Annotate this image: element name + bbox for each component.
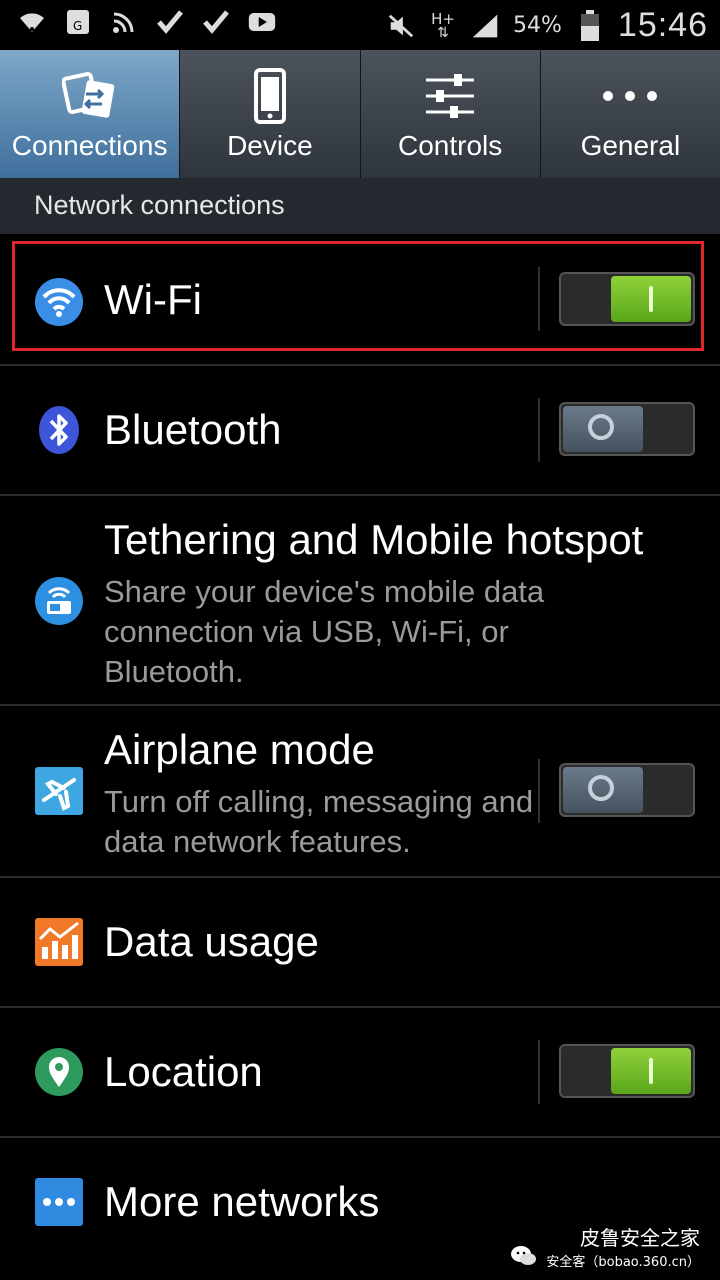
svg-text:G: G bbox=[73, 19, 82, 33]
bluetooth-title: Bluetooth bbox=[104, 406, 282, 453]
section-header: Network connections bbox=[0, 178, 720, 234]
network-type-label: H+ bbox=[431, 9, 455, 28]
row-divider bbox=[538, 1040, 540, 1104]
row-divider bbox=[538, 398, 540, 462]
row-divider bbox=[538, 759, 540, 823]
system-status: H+ ⇅ 54% 15:46 bbox=[387, 6, 708, 45]
watermark-text: 皮鲁安全之家 安全客（bobao.360.cn） bbox=[546, 1222, 700, 1270]
notification-icons: G bbox=[18, 8, 276, 36]
location-pin-icon bbox=[34, 1047, 84, 1097]
wifi-highlight-box bbox=[12, 241, 704, 351]
setting-row-location[interactable]: Location bbox=[0, 1008, 720, 1138]
wifi-status-icon bbox=[18, 8, 46, 36]
battery-icon bbox=[576, 9, 604, 41]
tethering-subtitle: Share your device's mobile data connecti… bbox=[104, 574, 545, 689]
more-dots-icon bbox=[600, 68, 660, 124]
tab-controls[interactable]: Controls bbox=[360, 50, 541, 178]
airplane-title: Airplane mode bbox=[104, 726, 375, 773]
toggle-knob bbox=[563, 767, 643, 813]
watermark-line2: 安全客（bobao.360.cn） bbox=[546, 1255, 700, 1270]
watermark: 皮鲁安全之家 安全客（bobao.360.cn） bbox=[510, 1222, 700, 1270]
tab-label: Controls bbox=[397, 130, 503, 161]
setting-row-data-usage[interactable]: Data usage bbox=[0, 878, 720, 1008]
tab-device[interactable]: Device bbox=[180, 50, 361, 178]
settings-tab-bar: Connections Device Controls General bbox=[0, 50, 720, 178]
hotspot-icon bbox=[34, 576, 84, 626]
mute-icon bbox=[387, 12, 415, 40]
wechat-icon bbox=[511, 1246, 537, 1265]
location-title: Location bbox=[104, 1048, 263, 1095]
youtube-icon bbox=[248, 8, 276, 36]
bluetooth-toggle[interactable] bbox=[559, 402, 695, 456]
tab-label: Connections bbox=[11, 130, 168, 161]
sliders-icon bbox=[420, 68, 480, 124]
tab-general[interactable]: General bbox=[540, 50, 720, 178]
watermark-line1: 皮鲁安全之家 bbox=[580, 1226, 700, 1250]
section-title: Network connections bbox=[34, 190, 285, 220]
bluetooth-icon bbox=[34, 405, 84, 455]
airplane-subtitle: Turn off calling, messaging and data net… bbox=[104, 784, 534, 859]
tab-connections[interactable]: Connections bbox=[0, 50, 181, 178]
phone-icon bbox=[240, 68, 300, 124]
check-notification-icon bbox=[156, 8, 184, 36]
connections-icon bbox=[60, 68, 120, 124]
network-type-icon: H+ ⇅ bbox=[431, 9, 455, 41]
tethering-title: Tethering and Mobile hotspot bbox=[104, 516, 644, 563]
tab-label: General bbox=[580, 130, 681, 161]
data-usage-title: Data usage bbox=[104, 918, 319, 965]
tab-label: Device bbox=[227, 130, 313, 161]
setting-row-tethering[interactable]: Tethering and Mobile hotspot Share your … bbox=[0, 496, 720, 706]
clock: 15:46 bbox=[617, 6, 708, 44]
data-usage-icon bbox=[34, 917, 84, 967]
status-bar: G H+ ⇅ 54% 15:46 bbox=[0, 0, 720, 50]
maps-icon: G bbox=[64, 8, 92, 36]
check-notification-icon-2 bbox=[202, 8, 230, 36]
airplane-icon bbox=[34, 766, 84, 816]
rss-icon bbox=[110, 8, 138, 36]
battery-percent: 54% bbox=[513, 13, 562, 38]
signal-icon bbox=[471, 12, 499, 40]
airplane-toggle[interactable] bbox=[559, 763, 695, 817]
toggle-knob bbox=[611, 1048, 691, 1094]
toggle-knob bbox=[563, 406, 643, 452]
location-toggle[interactable] bbox=[559, 1044, 695, 1098]
setting-row-airplane[interactable]: Airplane mode Turn off calling, messagin… bbox=[0, 706, 720, 878]
setting-row-bluetooth[interactable]: Bluetooth bbox=[0, 366, 720, 496]
more-networks-title: More networks bbox=[104, 1178, 380, 1225]
more-networks-icon bbox=[34, 1177, 84, 1227]
